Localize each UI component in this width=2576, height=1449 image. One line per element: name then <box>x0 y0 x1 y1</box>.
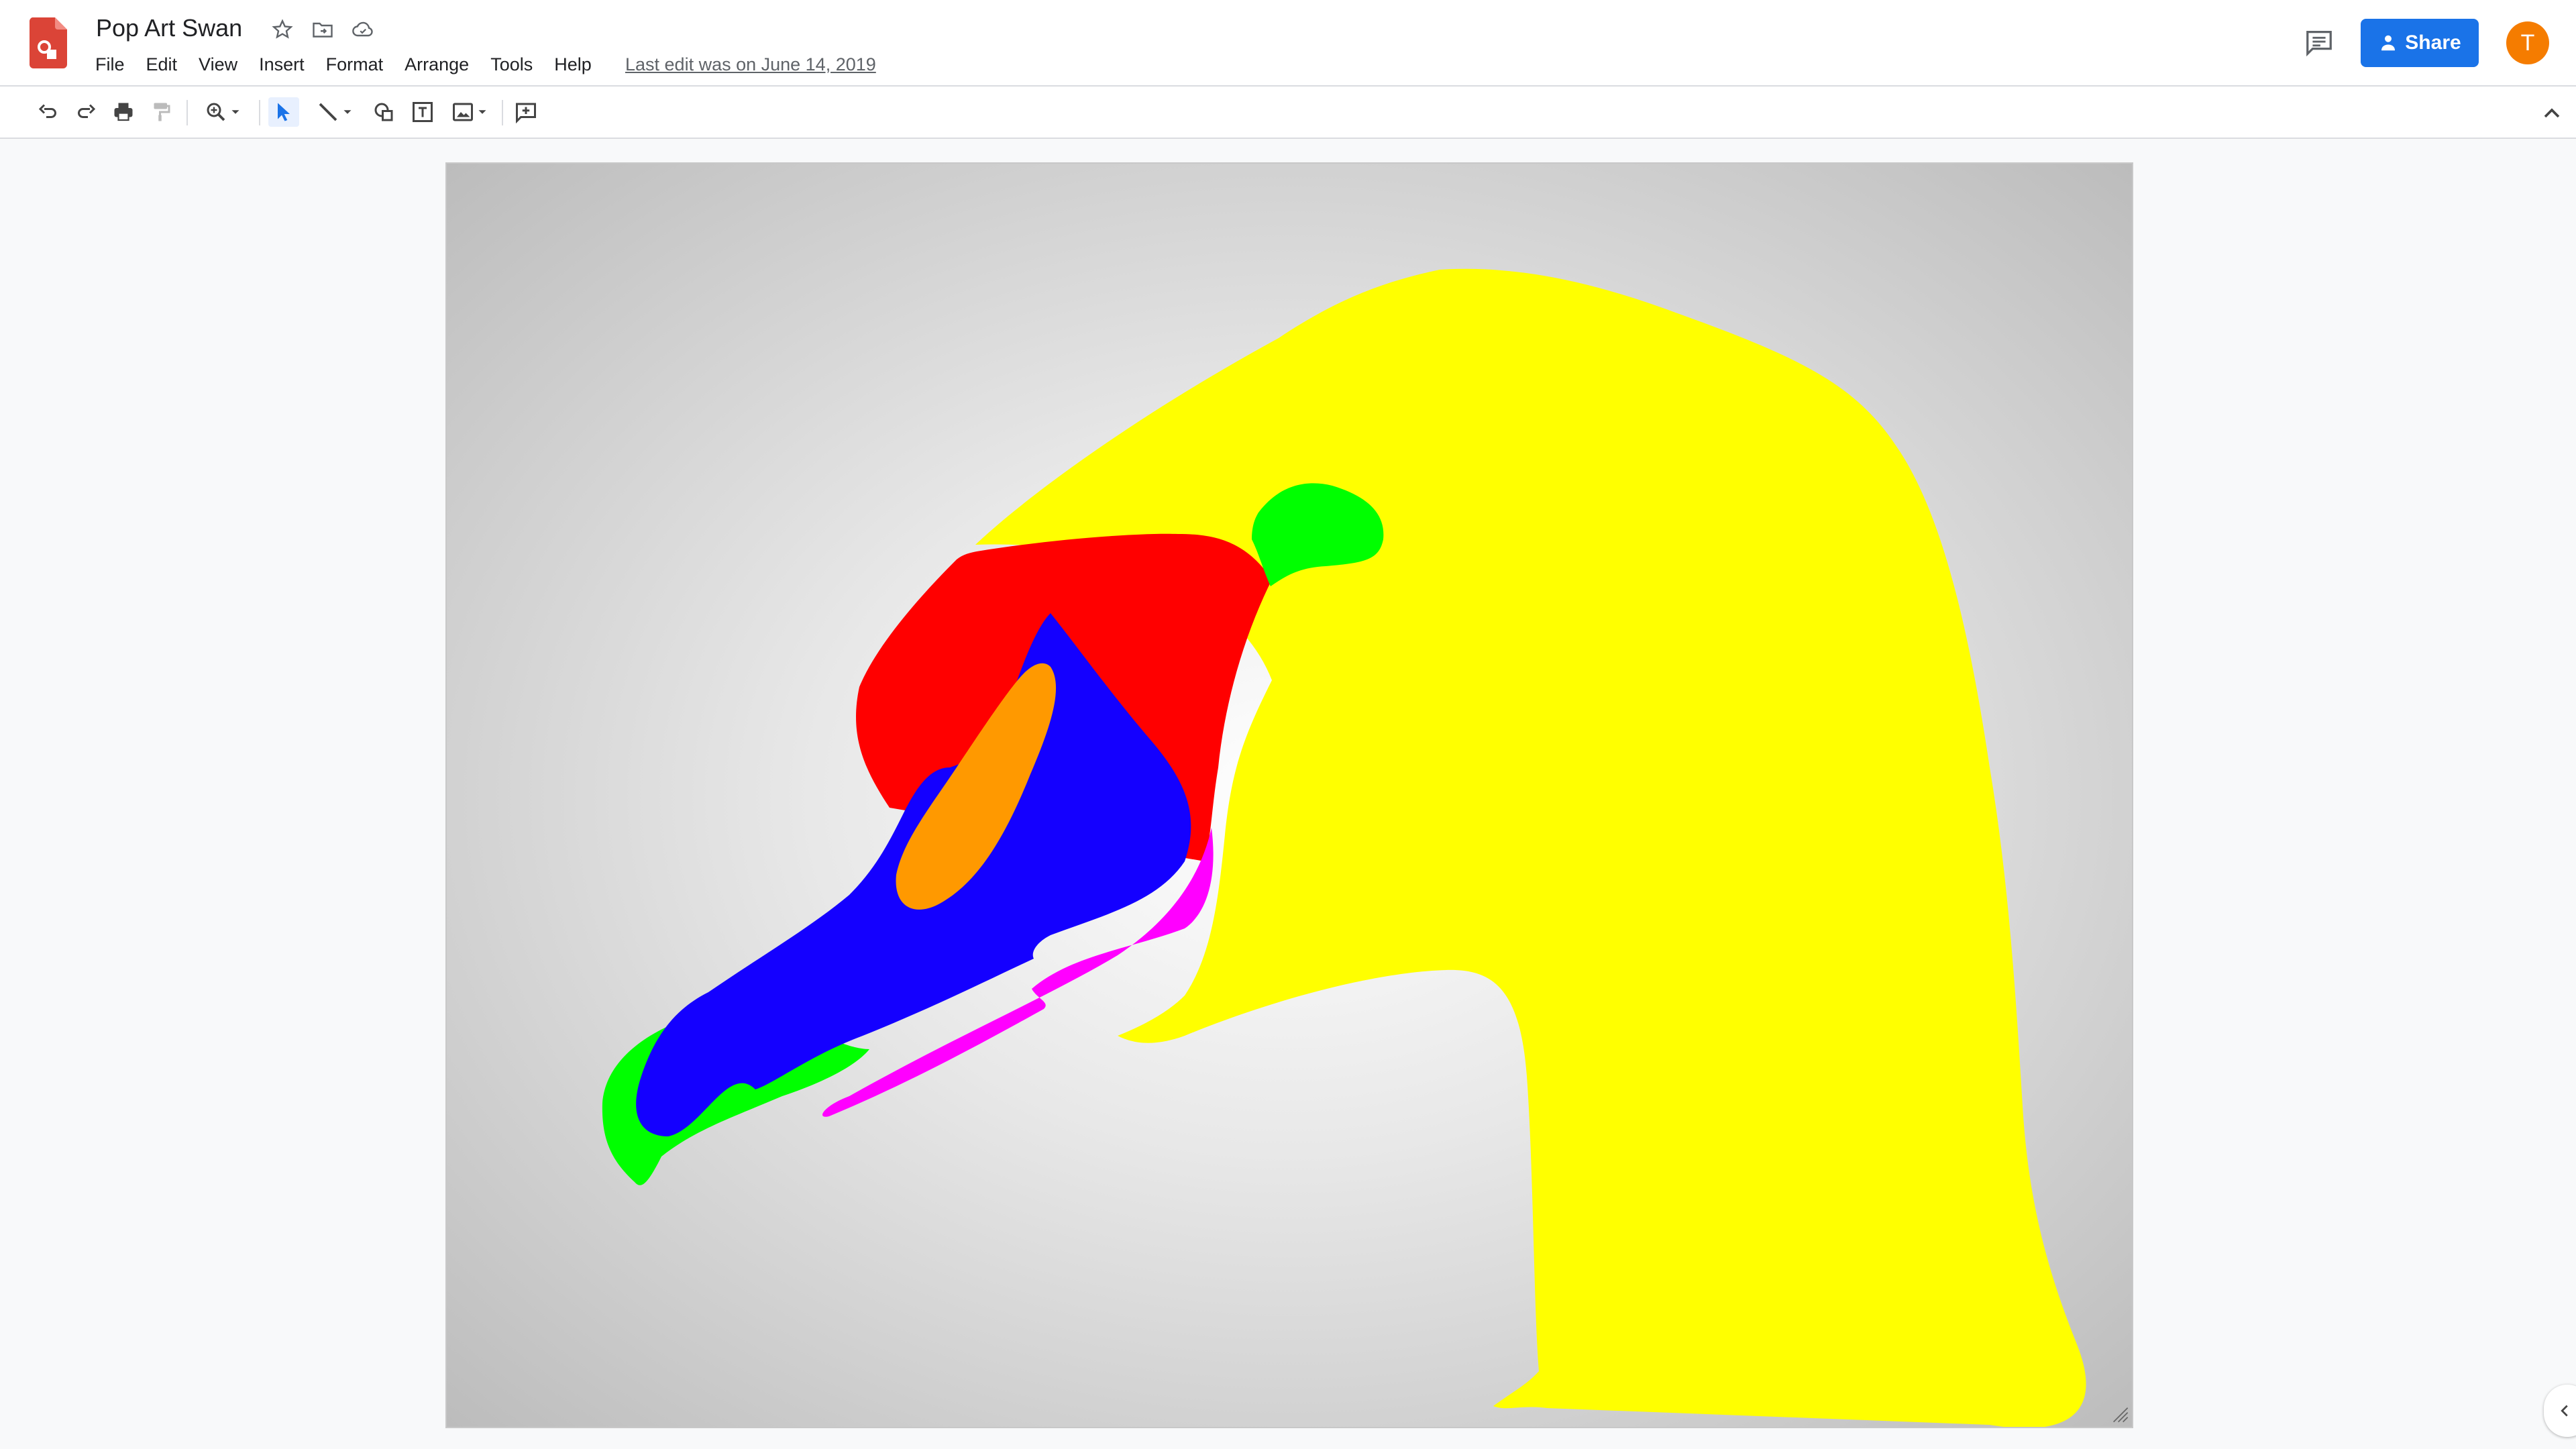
line-tool-button[interactable] <box>309 97 362 127</box>
shape-icon <box>374 103 393 121</box>
comments-icon[interactable] <box>2304 27 2334 58</box>
redo-button[interactable] <box>71 97 101 127</box>
shape-tool-button[interactable] <box>369 97 398 127</box>
add-comment-icon <box>516 103 536 124</box>
share-person-icon <box>2381 35 2396 51</box>
redo-icon <box>78 104 96 118</box>
star-icon[interactable] <box>270 17 294 42</box>
menu-arrange[interactable]: Arrange <box>405 52 476 76</box>
resize-handle-icon[interactable] <box>2110 1405 2129 1424</box>
menu-edit[interactable]: Edit <box>146 52 185 76</box>
chevron-up-icon[interactable] <box>2538 100 2565 127</box>
app-header: Pop Art Swan File Edit View Insert Forma… <box>0 0 2576 85</box>
zoom-button[interactable] <box>197 97 250 127</box>
toolbar-divider <box>186 100 188 125</box>
chevron-down-icon <box>231 110 239 114</box>
textbox-icon <box>413 102 433 122</box>
chevron-down-icon <box>478 110 486 114</box>
cloud-status-icon[interactable] <box>351 17 375 42</box>
share-button[interactable]: Share <box>2361 19 2479 67</box>
line-icon <box>319 103 337 121</box>
move-to-folder-icon[interactable] <box>311 17 335 42</box>
pop-art-swan-drawing <box>602 268 2086 1427</box>
share-label: Share <box>2405 32 2461 54</box>
print-button[interactable] <box>109 97 138 127</box>
print-icon <box>114 103 133 121</box>
textbox-tool-button[interactable] <box>408 97 437 127</box>
document-title[interactable]: Pop Art Swan <box>96 12 242 44</box>
canvas-area[interactable] <box>0 139 2576 1449</box>
menu-help[interactable]: Help <box>554 52 599 76</box>
menu-tools[interactable]: Tools <box>490 52 540 76</box>
toolbar-divider <box>259 100 260 125</box>
menu-insert[interactable]: Insert <box>259 52 312 76</box>
undo-icon <box>38 104 56 118</box>
toolbar <box>0 85 2576 139</box>
last-edit-link[interactable]: Last edit was on June 14, 2019 <box>625 52 876 76</box>
drawing-canvas[interactable] <box>445 162 2133 1428</box>
menu-file[interactable]: File <box>95 52 132 76</box>
paint-format-button[interactable] <box>146 97 176 127</box>
undo-button[interactable] <box>34 97 63 127</box>
image-tool-button[interactable] <box>447 97 494 127</box>
chevron-left-icon <box>2561 1405 2568 1417</box>
select-tool-button[interactable] <box>268 97 299 127</box>
select-icon <box>278 103 290 121</box>
add-comment-button[interactable] <box>511 97 541 127</box>
zoom-icon <box>207 103 225 121</box>
image-icon <box>453 103 473 121</box>
drawings-logo-icon[interactable] <box>30 17 67 68</box>
paint-format-icon <box>154 103 170 121</box>
avatar[interactable]: T <box>2506 21 2549 64</box>
menu-format[interactable]: Format <box>326 52 391 76</box>
menu-view[interactable]: View <box>199 52 245 76</box>
menu-bar: File Edit View Insert Format Arrange Too… <box>95 52 613 76</box>
chevron-down-icon <box>343 110 352 114</box>
toolbar-divider <box>502 100 503 125</box>
